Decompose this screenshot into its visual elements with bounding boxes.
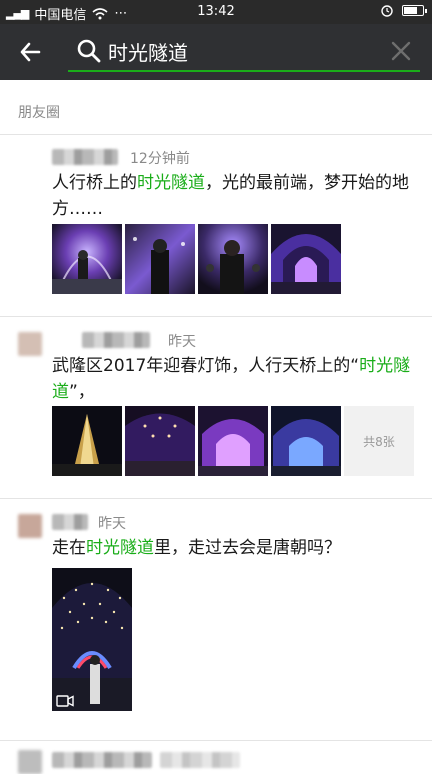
post-time: 昨天: [168, 334, 196, 350]
next-post-partial: [0, 746, 432, 774]
post-video[interactable]: [52, 568, 132, 711]
post-image[interactable]: [198, 224, 268, 294]
divider: [0, 498, 432, 499]
close-icon: [391, 41, 411, 61]
post-text-highlight: 时光隧道: [86, 538, 154, 558]
post-text: 武隆区2017年迎春灯饰，人行天桥上的“时光隧道”，: [52, 353, 418, 405]
post-image[interactable]: [52, 224, 122, 294]
search-header: [0, 24, 432, 80]
tunnel-crowd-image: [52, 224, 122, 294]
post-image[interactable]: [198, 406, 268, 476]
post-text: 人行桥上的时光隧道，光的最前端，梦开始的地方……: [52, 170, 418, 222]
author-name: [52, 514, 88, 530]
post-time: 12分钟前: [130, 151, 190, 167]
status-bar: ▂▄▆ 中国电信 ⋯ 13:42: [0, 0, 432, 24]
back-button[interactable]: [12, 34, 48, 70]
status-time: 13:42: [197, 4, 235, 19]
post-text-before: 走在: [52, 538, 86, 558]
post-text-after: ”，: [69, 382, 95, 402]
battery-icon: [402, 4, 427, 16]
search-box: [68, 32, 420, 72]
results-page: 朋友圈 12分钟前 人行桥上的时光隧道，光的最前端，梦开始的地方…… 昨天 武隆…: [0, 80, 432, 774]
moment-post[interactable]: 昨天 武隆区2017年迎春灯饰，人行天桥上的“时光隧道”， 共8张: [0, 320, 432, 498]
moment-post[interactable]: 昨天 走在时光隧道里，走过去会是唐朝吗？: [0, 502, 432, 742]
avatar[interactable]: [18, 514, 42, 538]
back-arrow-icon: [20, 42, 41, 62]
post-text-before: 人行桥上的: [52, 173, 137, 193]
post-text-highlight: 时光隧道: [137, 173, 205, 193]
post-text: 走在时光隧道里，走过去会是唐朝吗？: [52, 535, 418, 561]
tunnel-lights-image: [125, 406, 195, 476]
section-label: 朋友圈: [18, 105, 60, 121]
post-image[interactable]: [52, 406, 122, 476]
divider: [0, 316, 432, 317]
tunnel-walk-image: [198, 406, 268, 476]
tunnel-person-image: [125, 224, 195, 294]
post-time: 昨天: [98, 516, 126, 532]
tower-night-image: [52, 406, 122, 476]
tunnel-blue-image: [271, 406, 341, 476]
alarm-icon: [381, 5, 393, 17]
avatar: [18, 750, 42, 774]
tunnel-arch-image: [271, 224, 341, 294]
status-right: [380, 3, 427, 17]
search-input[interactable]: [108, 36, 368, 66]
post-image[interactable]: [271, 224, 341, 294]
post-text-after: 里，走过去会是唐朝吗？: [154, 538, 341, 558]
author-name: [160, 752, 240, 768]
avatar[interactable]: [18, 332, 42, 356]
video-icon: [56, 695, 74, 707]
post-image[interactable]: [125, 224, 195, 294]
search-icon: [77, 39, 101, 63]
tunnel-selfie-image: [198, 224, 268, 294]
author-name: [52, 752, 152, 768]
author-name: [82, 332, 150, 348]
post-image[interactable]: [271, 406, 341, 476]
divider: [0, 134, 432, 135]
moment-post[interactable]: 12分钟前 人行桥上的时光隧道，光的最前端，梦开始的地方……: [0, 140, 432, 316]
more-images-button[interactable]: 共8张: [344, 406, 414, 476]
author-name: [52, 149, 118, 165]
post-image[interactable]: [125, 406, 195, 476]
tunnel-video-frame: [52, 568, 132, 711]
clear-search-button[interactable]: [388, 38, 414, 64]
post-text-before: 武隆区2017年迎春灯饰，人行天桥上的“: [52, 356, 360, 376]
divider: [0, 740, 432, 741]
